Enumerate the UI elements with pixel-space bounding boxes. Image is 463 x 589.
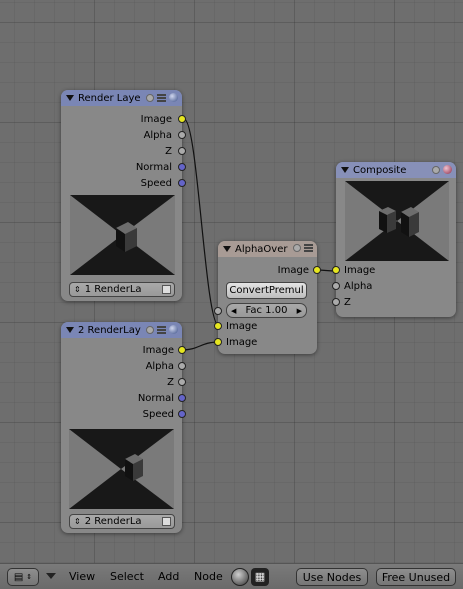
circle-plus-icon[interactable] xyxy=(146,325,154,334)
render-preview-image xyxy=(69,429,174,509)
render-preview-image xyxy=(70,195,175,275)
render-sphere-icon[interactable] xyxy=(169,325,178,334)
node-options-icon[interactable] xyxy=(157,325,166,334)
output-label-alpha: Alpha xyxy=(145,360,174,372)
layer-selector-value: 1 RenderLa xyxy=(84,284,142,295)
input-socket-alpha[interactable] xyxy=(332,282,340,290)
output-socket-image[interactable] xyxy=(178,346,186,354)
node-header[interactable]: 2 RenderLay xyxy=(61,322,182,338)
node-title: 2 RenderLay xyxy=(78,324,141,336)
up-down-arrows-icon: ⇕ xyxy=(26,573,33,581)
render-sphere-icon[interactable] xyxy=(443,165,452,174)
output-socket-alpha[interactable] xyxy=(178,131,186,139)
link-render1-to-alphaover xyxy=(183,118,220,327)
layer-selector-value: 2 RenderLa xyxy=(84,516,142,527)
output-label-image: Image xyxy=(140,113,172,125)
input-socket-fac[interactable] xyxy=(214,307,222,315)
input-socket-image-2[interactable] xyxy=(214,338,222,346)
collapse-triangle-icon[interactable] xyxy=(66,327,74,333)
composite-node[interactable]: Composite Image Alpha Z xyxy=(332,162,456,317)
input-socket-image[interactable] xyxy=(332,266,340,274)
output-socket-normal[interactable] xyxy=(178,163,186,171)
output-label-normal: Normal xyxy=(135,161,172,173)
render-sphere-icon[interactable] xyxy=(169,93,178,102)
output-label-alpha: Alpha xyxy=(143,129,172,141)
menu-node[interactable]: Node xyxy=(194,570,223,583)
fac-slider[interactable]: ◀ Fac 1.00 ▶ xyxy=(226,303,307,318)
input-label-alpha: Alpha xyxy=(344,280,373,292)
up-down-arrows-icon: ⇕ xyxy=(74,285,81,294)
scene-icon[interactable] xyxy=(162,285,171,294)
free-unused-button[interactable]: Free Unused xyxy=(376,568,456,586)
output-label-speed: Speed xyxy=(140,177,172,189)
increment-arrow-icon[interactable]: ▶ xyxy=(297,307,302,315)
render-layer-selector[interactable]: ⇕ 1 RenderLa xyxy=(69,282,175,297)
output-socket-z[interactable] xyxy=(178,378,186,386)
input-label-image-2: Image xyxy=(226,336,258,348)
output-socket-image[interactable] xyxy=(178,115,186,123)
output-socket-speed[interactable] xyxy=(178,179,186,187)
node-editor-header-bar: ▤ ⇕ View Select Add Node ▦ Use Nodes Fre… xyxy=(0,563,463,589)
render-layers-node-2[interactable]: 2 RenderLay Image Alpha Z Normal Speed ⇕… xyxy=(61,322,186,533)
scene-icon[interactable] xyxy=(162,517,171,526)
collapse-triangle-icon[interactable] xyxy=(223,246,231,252)
editor-type-selector[interactable]: ▤ ⇕ xyxy=(7,568,39,586)
circle-plus-icon[interactable] xyxy=(146,93,154,102)
output-label-image: Image xyxy=(277,264,309,276)
menu-add[interactable]: Add xyxy=(158,570,179,583)
decrement-arrow-icon[interactable]: ◀ xyxy=(231,307,236,315)
use-nodes-toggle[interactable]: Use Nodes xyxy=(296,568,368,586)
output-label-speed: Speed xyxy=(142,408,174,420)
triangle-menu-icon[interactable] xyxy=(46,573,56,579)
render-layers-node-1[interactable]: Render Laye Image Alpha Z Normal Speed ⇕… xyxy=(61,90,186,301)
render-layer-selector[interactable]: ⇕ 2 RenderLa xyxy=(69,514,175,529)
menu-select[interactable]: Select xyxy=(110,570,144,583)
output-socket-z[interactable] xyxy=(178,147,186,155)
circle-plus-icon[interactable] xyxy=(432,165,440,174)
node-header[interactable]: AlphaOver xyxy=(218,241,317,257)
node-options-icon[interactable] xyxy=(304,244,313,252)
menu-view[interactable]: View xyxy=(69,570,95,583)
output-socket-normal[interactable] xyxy=(178,394,186,402)
input-label-image: Image xyxy=(344,264,376,276)
circle-plus-icon[interactable] xyxy=(293,244,301,252)
output-label-image: Image xyxy=(142,344,174,356)
node-title: Render Laye xyxy=(78,92,141,104)
input-socket-image-1[interactable] xyxy=(214,322,222,330)
up-down-arrows-icon: ⇕ xyxy=(74,517,81,526)
output-socket-alpha[interactable] xyxy=(178,362,186,370)
alpha-over-node[interactable]: AlphaOver Image ConvertPremul ◀ Fac 1.00… xyxy=(214,241,321,354)
sphere-icon[interactable] xyxy=(231,568,249,586)
node-title: Composite xyxy=(353,164,407,176)
node-title: AlphaOver xyxy=(235,243,288,255)
node-header[interactable]: Composite xyxy=(336,162,456,178)
output-label-z: Z xyxy=(165,145,172,157)
output-label-z: Z xyxy=(167,376,174,388)
output-socket-speed[interactable] xyxy=(178,410,186,418)
composite-preview-image xyxy=(345,181,449,261)
node-options-icon[interactable] xyxy=(157,93,166,102)
convert-premul-toggle[interactable]: ConvertPremul xyxy=(226,282,307,299)
collapse-triangle-icon[interactable] xyxy=(341,167,349,173)
input-label-z: Z xyxy=(344,296,351,308)
editor-type-icon: ▤ xyxy=(13,571,24,583)
checker-icon[interactable]: ▦ xyxy=(251,568,269,586)
output-label-normal: Normal xyxy=(137,392,174,404)
input-label-image-1: Image xyxy=(226,320,258,332)
node-header[interactable]: Render Laye xyxy=(61,90,182,106)
fac-value: Fac 1.00 xyxy=(245,305,288,316)
input-socket-z[interactable] xyxy=(332,298,340,306)
output-socket-image[interactable] xyxy=(313,266,321,274)
collapse-triangle-icon[interactable] xyxy=(66,95,74,101)
